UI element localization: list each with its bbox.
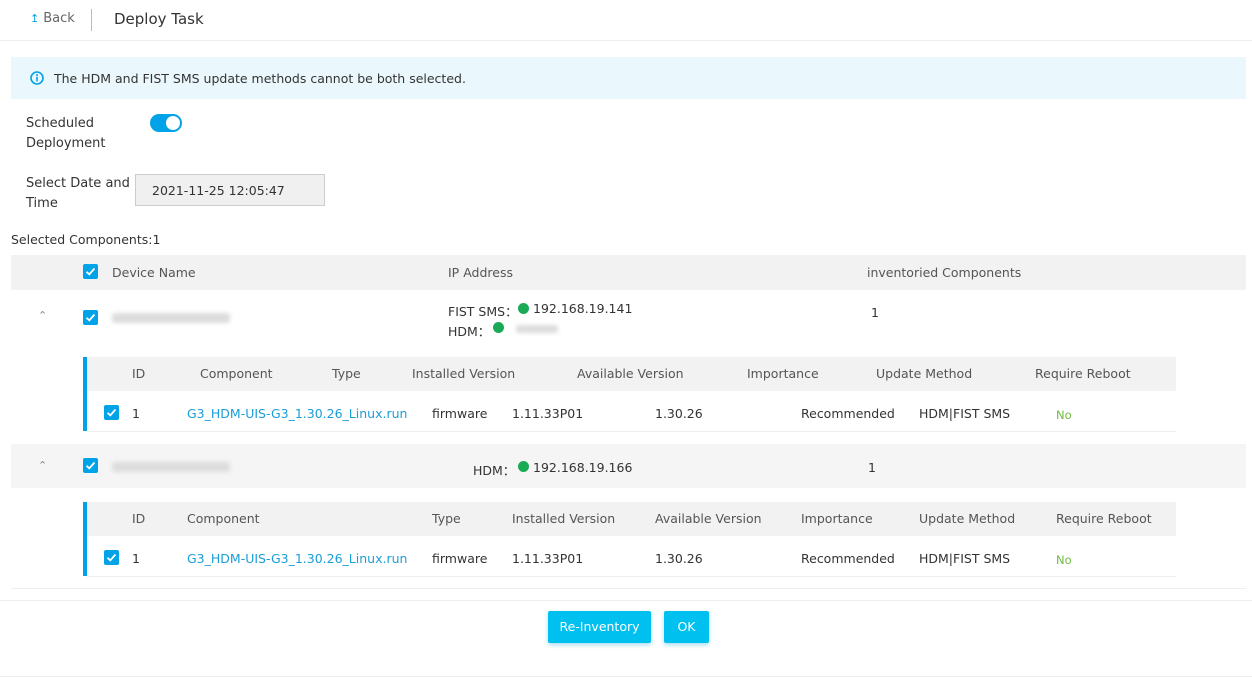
component-id: 1 (132, 406, 140, 421)
component-checkbox[interactable] (104, 550, 119, 565)
check-icon (85, 313, 96, 322)
component-checkbox[interactable] (104, 405, 119, 420)
ip-label-fist-sms: FIST SMS： (448, 304, 518, 319)
component-installed-version: 1.11.33P01 (512, 406, 584, 421)
component-require-reboot: No (1056, 553, 1072, 567)
table-bottom-divider (11, 588, 1246, 589)
row-divider (87, 431, 1176, 432)
ip-value-hdm: 192.168.19.166 (533, 460, 633, 475)
component-type: firmware (432, 406, 488, 421)
component-link[interactable]: G3_HDM-UIS-G3_1.30.26_Linux.run (187, 406, 407, 421)
collapse-chevron-icon[interactable]: ⌃ (38, 459, 47, 472)
device-name-redacted (112, 313, 230, 323)
back-arrow-icon: ↥ (30, 12, 40, 25)
component-id: 1 (132, 551, 140, 566)
component-available-version: 1.30.26 (655, 551, 703, 566)
sub-header-id: ID (132, 511, 146, 526)
date-time-label: Select Date and Time (26, 174, 130, 214)
scheduled-label-line2: Deployment (26, 136, 106, 151)
re-inventory-button[interactable]: Re-Inventory (548, 611, 651, 643)
scheduled-label-line1: Scheduled (26, 116, 94, 131)
sub-header-importance: Importance (801, 511, 873, 526)
sub-header-available-version: Available Version (577, 366, 684, 381)
online-status-icon (518, 461, 529, 472)
component-type: firmware (432, 551, 488, 566)
collapse-chevron-icon[interactable]: ⌃ (38, 309, 47, 322)
ip-redacted (516, 325, 558, 333)
date-label-line2: Time (26, 196, 58, 211)
ok-button[interactable]: OK (664, 611, 709, 643)
header-divider (91, 9, 92, 31)
sub-header-importance: Importance (747, 366, 819, 381)
sub-header-require-reboot: Require Reboot (1035, 366, 1131, 381)
select-all-checkbox[interactable] (83, 264, 98, 279)
component-importance: Recommended (801, 551, 895, 566)
row-divider (87, 576, 1176, 577)
component-importance: Recommended (801, 406, 895, 421)
sub-header-update-method: Update Method (876, 366, 973, 381)
device-row-checkbox[interactable] (83, 310, 98, 325)
inventoried-count: 1 (871, 305, 879, 320)
page-bottom-divider (0, 676, 1252, 677)
notice-text: The HDM and FIST SMS update methods cann… (54, 71, 466, 86)
sub-header-id: ID (132, 366, 146, 381)
toggle-knob (166, 116, 180, 130)
sub-header-component: Component (187, 511, 260, 526)
component-require-reboot: No (1056, 408, 1072, 422)
sub-header-available-version: Available Version (655, 511, 762, 526)
online-status-icon (493, 322, 504, 333)
check-icon (85, 267, 96, 276)
check-icon (106, 553, 117, 562)
ip-value-fist-sms: 192.168.19.141 (533, 301, 633, 316)
component-available-version: 1.30.26 (655, 406, 703, 421)
component-installed-version: 1.11.33P01 (512, 551, 584, 566)
scheduled-deployment-label: Scheduled Deployment (26, 114, 106, 154)
check-icon (106, 408, 117, 417)
component-update-method: HDM|FIST SMS (919, 406, 1011, 421)
header-inventoried-components: inventoried Components (867, 265, 1022, 280)
date-label-line1: Select Date and (26, 176, 130, 191)
ip-label-hdm: HDM： (448, 324, 491, 339)
sub-header-installed-version: Installed Version (412, 366, 516, 381)
sub-header-update-method: Update Method (919, 511, 1016, 526)
back-button[interactable]: ↥ Back (30, 11, 75, 26)
check-icon (85, 461, 96, 470)
back-label: Back (43, 11, 75, 26)
online-status-icon (518, 303, 529, 314)
component-link[interactable]: G3_HDM-UIS-G3_1.30.26_Linux.run (187, 551, 407, 566)
header-device-name: Device Name (112, 265, 196, 280)
device-row-checkbox[interactable] (83, 458, 98, 473)
info-icon (30, 71, 44, 85)
sub-header-component: Component (200, 366, 273, 381)
sub-header-type: Type (332, 366, 361, 381)
sub-header-type: Type (432, 511, 461, 526)
header-ip-address: IP Address (448, 265, 513, 280)
sub-header-installed-version: Installed Version (512, 511, 616, 526)
page-title: Deploy Task (114, 10, 204, 28)
ip-label-hdm: HDM： (473, 463, 516, 478)
sub-header-require-reboot: Require Reboot (1056, 511, 1152, 526)
device-name-redacted (112, 462, 230, 472)
inventoried-count: 1 (868, 460, 876, 475)
date-time-input[interactable]: 2021-11-25 12:05:47 (135, 174, 325, 206)
footer-divider (0, 600, 1252, 601)
selected-components-count: Selected Components:1 (11, 232, 161, 247)
device-table-header (11, 255, 1246, 290)
component-update-method: HDM|FIST SMS (919, 551, 1011, 566)
